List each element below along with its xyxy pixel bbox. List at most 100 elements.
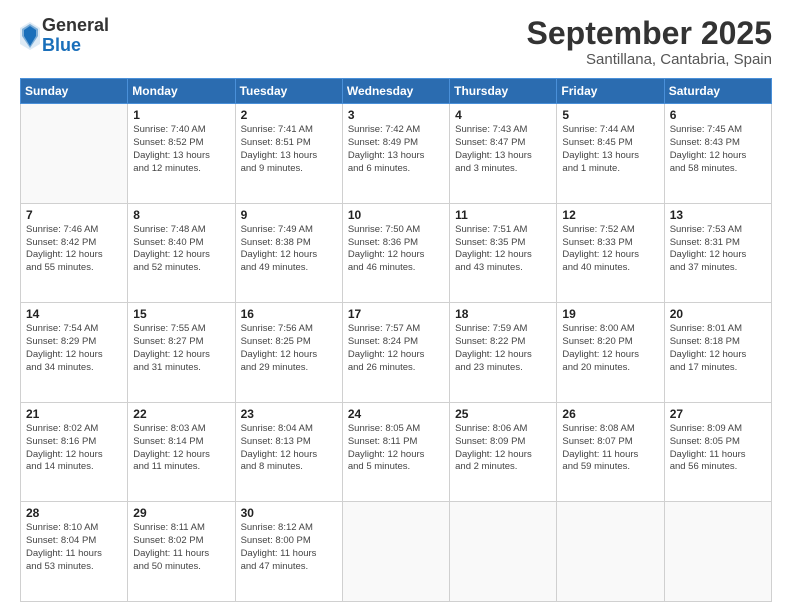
day-number: 25	[455, 407, 551, 421]
calendar-cell: 11Sunrise: 7:51 AM Sunset: 8:35 PM Dayli…	[450, 203, 557, 303]
calendar-cell: 8 Sunrise: 7:48 AM Sunset: 8:40 PM Daylig…	[128, 203, 235, 303]
day-number: 30	[241, 506, 337, 520]
day-number: 4	[455, 108, 551, 122]
day-number: 9	[241, 208, 337, 222]
calendar-cell: 10Sunrise: 7:50 AM Sunset: 8:36 PM Dayli…	[342, 203, 449, 303]
day-info: Sunrise: 8:00 AM Sunset: 8:20 PM Dayligh…	[562, 323, 658, 374]
day-number: 11	[455, 208, 551, 222]
calendar-cell: 15Sunrise: 7:55 AM Sunset: 8:27 PM Dayli…	[128, 303, 235, 403]
day-info: Sunrise: 8:11 AM Sunset: 8:02 PM Dayligh…	[133, 522, 229, 573]
day-number: 16	[241, 307, 337, 321]
day-info: Sunrise: 7:55 AM Sunset: 8:27 PM Dayligh…	[133, 323, 229, 374]
day-number: 24	[348, 407, 444, 421]
calendar-cell: 23 Sunrise: 8:04 AM Sunset: 8:13 PM Dayli…	[235, 402, 342, 502]
day-number: 26	[562, 407, 658, 421]
calendar-cell: 1Sunrise: 7:40 AM Sunset: 8:52 PM Daylig…	[128, 104, 235, 204]
calendar-cell: 14 Sunrise: 7:54 AM Sunset: 8:29 PM Dayli…	[21, 303, 128, 403]
weekday-header: Tuesday	[235, 79, 342, 104]
day-number: 19	[562, 307, 658, 321]
day-number: 21	[26, 407, 122, 421]
weekday-header: Wednesday	[342, 79, 449, 104]
day-number: 27	[670, 407, 766, 421]
calendar-cell: 13 Sunrise: 7:53 AM Sunset: 8:31 PM Dayli…	[664, 203, 771, 303]
day-info: Sunrise: 7:54 AM Sunset: 8:29 PM Dayligh…	[26, 323, 122, 374]
day-info: Sunrise: 7:46 AM Sunset: 8:42 PM Dayligh…	[26, 224, 122, 275]
day-info: Sunrise: 8:01 AM Sunset: 8:18 PM Dayligh…	[670, 323, 766, 374]
calendar-week-row: 14 Sunrise: 7:54 AM Sunset: 8:29 PM Dayli…	[21, 303, 772, 403]
calendar-week-row: 21 Sunrise: 8:02 AM Sunset: 8:16 PM Dayli…	[21, 402, 772, 502]
day-number: 12	[562, 208, 658, 222]
logo: General Blue	[20, 16, 109, 56]
day-info: Sunrise: 7:45 AM Sunset: 8:43 PM Dayligh…	[670, 124, 766, 175]
day-number: 5	[562, 108, 658, 122]
calendar-cell: 27 Sunrise: 8:09 AM Sunset: 8:05 PM Dayli…	[664, 402, 771, 502]
day-number: 14	[26, 307, 122, 321]
day-number: 7	[26, 208, 122, 222]
day-number: 22	[133, 407, 229, 421]
day-number: 3	[348, 108, 444, 122]
day-info: Sunrise: 7:49 AM Sunset: 8:38 PM Dayligh…	[241, 224, 337, 275]
logo-general: General	[42, 16, 109, 36]
weekday-header: Monday	[128, 79, 235, 104]
calendar-cell: 30 Sunrise: 8:12 AM Sunset: 8:00 PM Dayli…	[235, 502, 342, 602]
calendar-cell: 19 Sunrise: 8:00 AM Sunset: 8:20 PM Dayli…	[557, 303, 664, 403]
calendar-cell: 9 Sunrise: 7:49 AM Sunset: 8:38 PM Daylig…	[235, 203, 342, 303]
subtitle: Santillana, Cantabria, Spain	[527, 51, 772, 68]
calendar-cell: 12 Sunrise: 7:52 AM Sunset: 8:33 PM Dayli…	[557, 203, 664, 303]
calendar-cell: 5 Sunrise: 7:44 AM Sunset: 8:45 PM Daylig…	[557, 104, 664, 204]
day-number: 17	[348, 307, 444, 321]
day-number: 28	[26, 506, 122, 520]
calendar-cell	[450, 502, 557, 602]
day-info: Sunrise: 8:08 AM Sunset: 8:07 PM Dayligh…	[562, 423, 658, 474]
day-info: Sunrise: 7:53 AM Sunset: 8:31 PM Dayligh…	[670, 224, 766, 275]
day-info: Sunrise: 8:10 AM Sunset: 8:04 PM Dayligh…	[26, 522, 122, 573]
weekday-header-row: SundayMondayTuesdayWednesdayThursdayFrid…	[21, 79, 772, 104]
calendar-cell: 7 Sunrise: 7:46 AM Sunset: 8:42 PM Daylig…	[21, 203, 128, 303]
calendar-week-row: 28 Sunrise: 8:10 AM Sunset: 8:04 PM Dayli…	[21, 502, 772, 602]
day-info: Sunrise: 8:12 AM Sunset: 8:00 PM Dayligh…	[241, 522, 337, 573]
calendar-cell: 3 Sunrise: 7:42 AM Sunset: 8:49 PM Daylig…	[342, 104, 449, 204]
header: General Blue September 2025 Santillana, …	[20, 16, 772, 68]
day-number: 1	[133, 108, 229, 122]
day-info: Sunrise: 8:09 AM Sunset: 8:05 PM Dayligh…	[670, 423, 766, 474]
day-info: Sunrise: 7:48 AM Sunset: 8:40 PM Dayligh…	[133, 224, 229, 275]
day-info: Sunrise: 7:52 AM Sunset: 8:33 PM Dayligh…	[562, 224, 658, 275]
day-info: Sunrise: 8:05 AM Sunset: 8:11 PM Dayligh…	[348, 423, 444, 474]
day-info: Sunrise: 7:59 AM Sunset: 8:22 PM Dayligh…	[455, 323, 551, 374]
calendar-cell: 24 Sunrise: 8:05 AM Sunset: 8:11 PM Dayli…	[342, 402, 449, 502]
calendar-week-row: 7 Sunrise: 7:46 AM Sunset: 8:42 PM Daylig…	[21, 203, 772, 303]
day-info: Sunrise: 8:04 AM Sunset: 8:13 PM Dayligh…	[241, 423, 337, 474]
calendar-cell: 2Sunrise: 7:41 AM Sunset: 8:51 PM Daylig…	[235, 104, 342, 204]
calendar-cell	[21, 104, 128, 204]
calendar-week-row: 1Sunrise: 7:40 AM Sunset: 8:52 PM Daylig…	[21, 104, 772, 204]
day-number: 13	[670, 208, 766, 222]
logo-blue: Blue	[42, 36, 109, 56]
calendar-cell: 29 Sunrise: 8:11 AM Sunset: 8:02 PM Dayli…	[128, 502, 235, 602]
day-info: Sunrise: 7:41 AM Sunset: 8:51 PM Dayligh…	[241, 124, 337, 175]
day-info: Sunrise: 7:57 AM Sunset: 8:24 PM Dayligh…	[348, 323, 444, 374]
calendar-cell: 22 Sunrise: 8:03 AM Sunset: 8:14 PM Dayli…	[128, 402, 235, 502]
day-number: 29	[133, 506, 229, 520]
title-block: September 2025 Santillana, Cantabria, Sp…	[527, 16, 772, 68]
calendar-cell: 6Sunrise: 7:45 AM Sunset: 8:43 PM Daylig…	[664, 104, 771, 204]
calendar-cell: 4Sunrise: 7:43 AM Sunset: 8:47 PM Daylig…	[450, 104, 557, 204]
day-info: Sunrise: 8:03 AM Sunset: 8:14 PM Dayligh…	[133, 423, 229, 474]
day-info: Sunrise: 7:44 AM Sunset: 8:45 PM Dayligh…	[562, 124, 658, 175]
day-number: 23	[241, 407, 337, 421]
day-number: 10	[348, 208, 444, 222]
day-info: Sunrise: 7:56 AM Sunset: 8:25 PM Dayligh…	[241, 323, 337, 374]
page: General Blue September 2025 Santillana, …	[0, 0, 792, 612]
calendar-cell: 26 Sunrise: 8:08 AM Sunset: 8:07 PM Dayli…	[557, 402, 664, 502]
weekday-header: Thursday	[450, 79, 557, 104]
day-info: Sunrise: 7:42 AM Sunset: 8:49 PM Dayligh…	[348, 124, 444, 175]
day-number: 18	[455, 307, 551, 321]
day-info: Sunrise: 8:06 AM Sunset: 8:09 PM Dayligh…	[455, 423, 551, 474]
day-number: 8	[133, 208, 229, 222]
calendar-cell: 28 Sunrise: 8:10 AM Sunset: 8:04 PM Dayli…	[21, 502, 128, 602]
weekday-header: Saturday	[664, 79, 771, 104]
day-info: Sunrise: 8:02 AM Sunset: 8:16 PM Dayligh…	[26, 423, 122, 474]
calendar-cell: 16 Sunrise: 7:56 AM Sunset: 8:25 PM Dayli…	[235, 303, 342, 403]
calendar-cell: 18 Sunrise: 7:59 AM Sunset: 8:22 PM Dayli…	[450, 303, 557, 403]
calendar-cell	[342, 502, 449, 602]
calendar-cell: 21 Sunrise: 8:02 AM Sunset: 8:16 PM Dayli…	[21, 402, 128, 502]
